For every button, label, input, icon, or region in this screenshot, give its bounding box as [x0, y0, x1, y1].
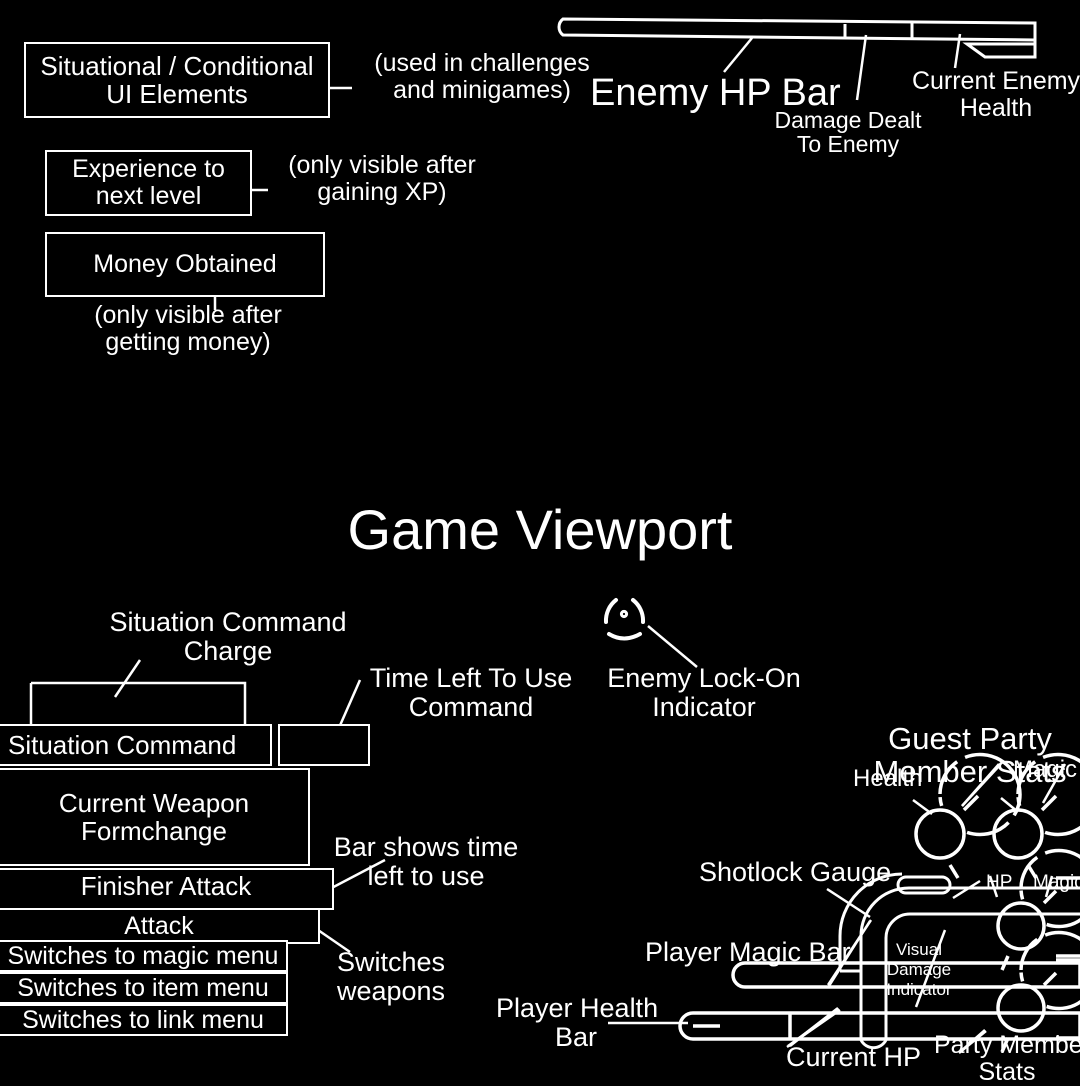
leader-enemy-hp-bar	[723, 37, 753, 73]
label-shotlock-gauge: Shotlock Gauge	[699, 857, 892, 887]
leader-current-hp-dup	[787, 1007, 840, 1048]
row-situation-command-label: Situation Command	[8, 729, 237, 760]
charge-bracket-shape	[31, 681, 247, 725]
label-party-member-stats: Party Member Stats	[934, 1031, 1080, 1086]
page-title: Game Viewport	[347, 498, 733, 561]
row-attack-label: Attack	[124, 911, 194, 940]
situation-charge-bracket	[29, 659, 247, 725]
leader-shotlock	[826, 887, 871, 919]
guest-ring-1-inner	[914, 808, 966, 860]
leader-guest-magic	[1000, 797, 1019, 813]
label-player-magic-bar: Player Magic Bar	[645, 937, 851, 967]
party-ring-1-tick-2	[1000, 955, 1010, 971]
party-member-ring-1	[996, 848, 1080, 971]
shotlock-pill-shape	[896, 875, 952, 895]
leader-guest-health	[912, 798, 933, 816]
leader-charge	[113, 659, 142, 698]
label-enemy-lock-on-indicator: Enemy Lock-On Indicator	[607, 663, 801, 722]
label-time-left-to-use-command: Time Left To Use Command	[369, 663, 573, 722]
row-switches-to-item-menu[interactable]: Switches to item menu	[0, 972, 288, 1004]
leader-damage-dealt	[855, 34, 868, 101]
leader-time-left	[336, 679, 362, 731]
note-only-visible-after-getting-money: (only visible after getting money)	[94, 301, 282, 356]
leader-current-hp-a	[789, 1008, 838, 1047]
box-money-obtained-label: Money Obtained	[93, 250, 277, 278]
label-bar-shows-time-left: Bar shows time left to use	[333, 832, 519, 891]
row-finisher-attack[interactable]: Finisher Attack	[0, 868, 334, 910]
row-time-left-gauge[interactable]	[278, 724, 370, 766]
label-situation-command-charge: Situation Command Charge	[109, 607, 347, 666]
time-left-leader	[336, 679, 362, 731]
label-party-magic: Magic	[1033, 872, 1080, 893]
party-ring-2-inner	[996, 983, 1046, 1033]
party-ring-1-inner	[996, 901, 1046, 951]
label-visual-damage-indicator: Visual Damage Indicator	[886, 940, 952, 1000]
leader-party-hp-b	[952, 879, 981, 900]
row-attack[interactable]: Attack	[0, 908, 320, 944]
label-party-hp: HP	[986, 872, 1013, 893]
leader-lock-on	[647, 625, 698, 668]
label-player-health-bar: Player Health Bar	[496, 993, 659, 1052]
reticle-arc-right	[631, 598, 646, 624]
label-current-enemy-health: Current Enemy Health	[911, 67, 1080, 122]
guest-ring-2-tick-1	[1040, 794, 1058, 812]
party-ring-2-tick-1	[1042, 971, 1058, 987]
box-money-obtained[interactable]: Money Obtained	[45, 232, 325, 297]
box-experience-label: Experience to next level	[72, 155, 225, 210]
label-current-hp: Current HP	[786, 1042, 922, 1072]
row-switches-to-magic-menu[interactable]: Switches to magic menu	[0, 940, 288, 972]
row-magic-menu-label: Switches to magic menu	[7, 941, 279, 970]
note-only-visible-after-gaining-xp: (only visible after gaining XP)	[288, 151, 476, 206]
lock-on-reticle-icon	[603, 598, 646, 641]
box-situational-conditional[interactable]: Situational / Conditional UI Elements	[24, 42, 330, 118]
leader-current-enemy-health	[953, 33, 962, 69]
row-link-menu-label: Switches to link menu	[22, 1005, 264, 1034]
label-guest-magic: Magic	[1013, 756, 1078, 783]
box-situational-conditional-label: Situational / Conditional UI Elements	[40, 50, 314, 109]
shotlock-pill	[896, 875, 952, 895]
row-current-weapon-formchange[interactable]: Current Weapon Formchange	[0, 768, 310, 866]
party-ring-2-outer	[1019, 930, 1080, 1011]
reticle-arc-bottom	[607, 632, 642, 641]
enemy-hp-bar-graphic	[557, 17, 1037, 59]
reticle-center-dot	[619, 609, 629, 619]
guest-ring-2-inner	[992, 808, 1044, 860]
row-switches-to-link-menu[interactable]: Switches to link menu	[0, 1004, 288, 1036]
reticle-arc-left	[603, 598, 618, 624]
row-item-menu-label: Switches to item menu	[17, 973, 269, 1002]
guest-ring-1-tick-1	[962, 794, 980, 812]
diagram-canvas: Situational / Conditional UI Elements Ex…	[0, 0, 1080, 1085]
enemy-hp-bar-shape	[557, 17, 1037, 42]
leader-current-hp-line	[788, 1007, 839, 1047]
row-situation-command[interactable]: Situation Command	[0, 724, 272, 766]
leader-lock-on-line	[647, 625, 698, 668]
label-switches-weapons: Switches weapons	[336, 947, 446, 1006]
guest-ring-1-tick-2	[948, 864, 960, 879]
row-finisher-attack-label: Finisher Attack	[80, 871, 252, 901]
box-experience-to-next-level[interactable]: Experience to next level	[45, 150, 252, 216]
label-guest-health: Health	[853, 765, 923, 792]
enemy-hp-endcap	[962, 23, 1037, 59]
note-used-in-challenges: (used in challenges and minigames)	[374, 49, 590, 104]
row-current-weapon-label: Current Weapon Formchange	[58, 787, 250, 846]
